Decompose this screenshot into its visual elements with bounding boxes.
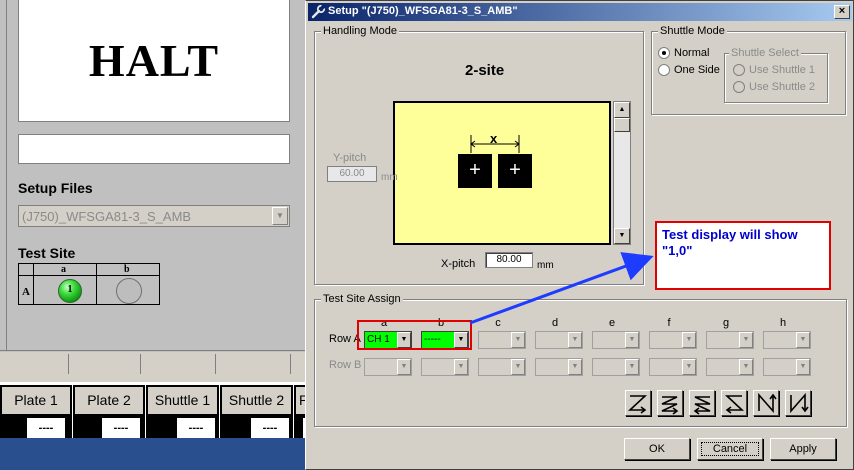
annotation-callout: Test display will show "1,0": [655, 221, 831, 290]
annotation-text: Test display will show "1,0": [662, 227, 798, 258]
